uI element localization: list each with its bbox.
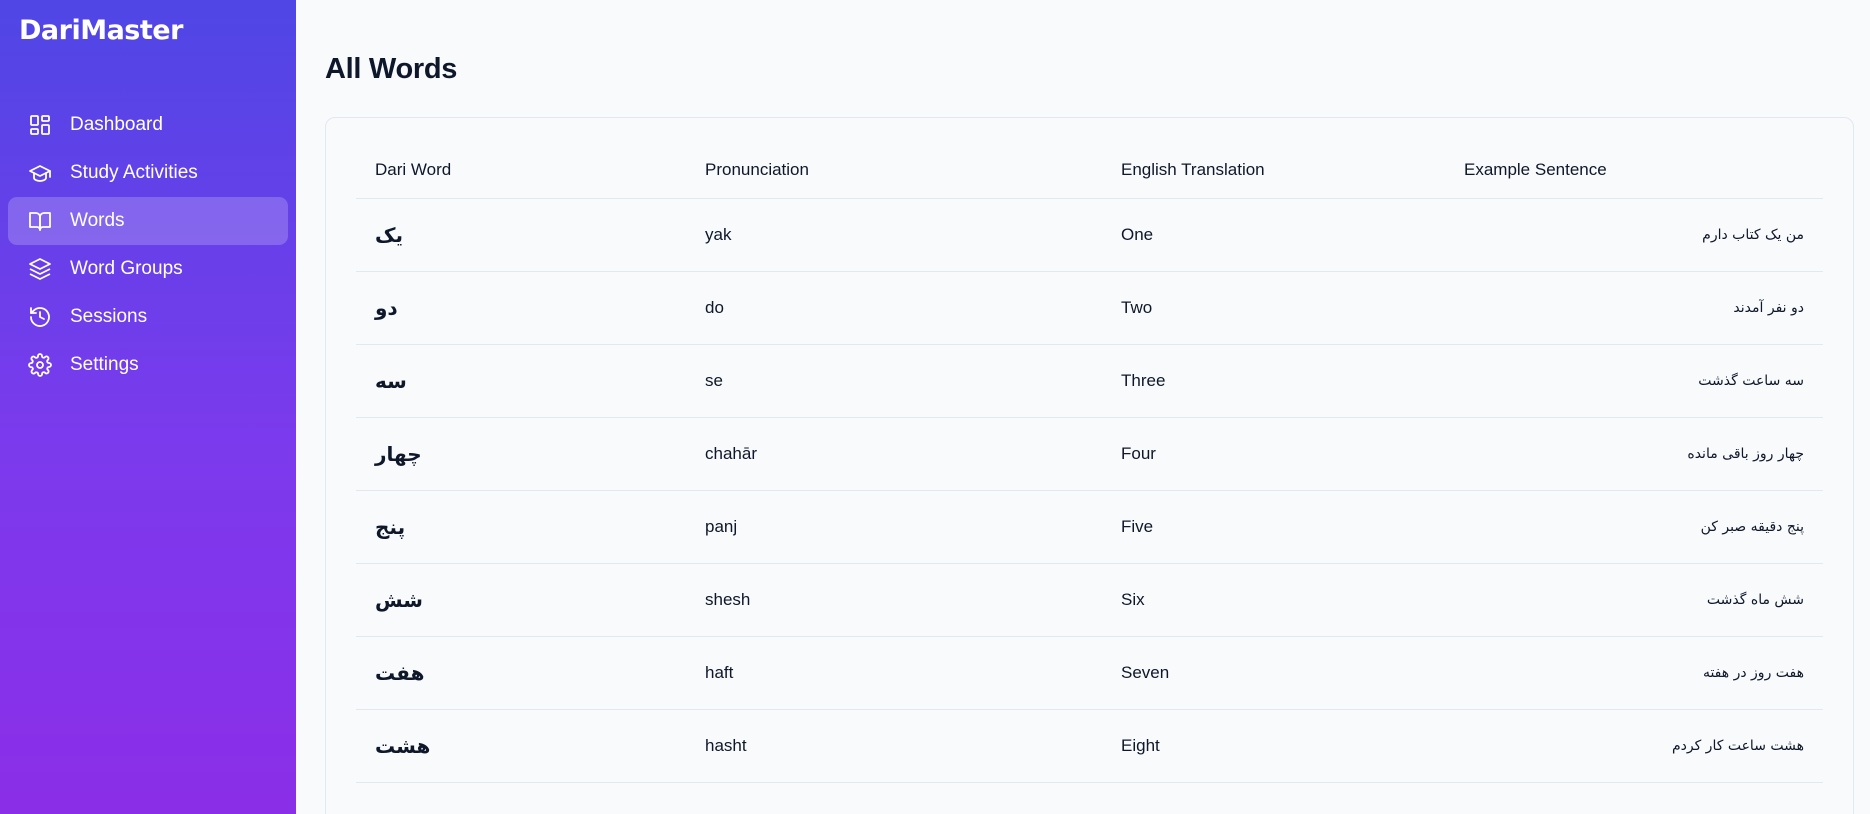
example-sentence-cell: شش ماه گذشت (1445, 563, 1823, 637)
dari-word-cell[interactable]: چهار (356, 417, 686, 491)
dari-word: هفت (375, 660, 425, 685)
sidebar-item-label: Sessions (70, 306, 148, 327)
dari-word-cell[interactable]: سه (356, 344, 686, 418)
example-sentence-cell: هفت روز در هفته (1445, 636, 1823, 710)
history-icon (28, 305, 52, 329)
pronunciation-cell: do (686, 271, 1102, 345)
sidebar-item-dashboard[interactable]: Dashboard (8, 101, 288, 149)
words-table-card: Dari Word Pronunciation English Translat… (325, 117, 1854, 814)
pronunciation-cell: yak (686, 198, 1102, 272)
column-header-example-sentence[interactable]: Example Sentence (1445, 142, 1823, 199)
pronunciation-cell: chahār (686, 417, 1102, 491)
dari-word: دو (375, 295, 398, 320)
sidebar-item-label: Study Activities (70, 162, 198, 183)
example-sentence-cell: سه ساعت گذشت (1445, 344, 1823, 418)
table-row[interactable]: چهار chahār Four چهار روز باقی مانده (356, 417, 1823, 491)
english-translation-cell: One (1102, 198, 1445, 272)
example-sentence-cell: دو نفر آمدند (1445, 271, 1823, 345)
table-row[interactable]: یک yak One من یک کتاب دارم (356, 198, 1823, 272)
book-open-icon (28, 209, 52, 233)
dari-word: پنج (375, 514, 406, 539)
dari-word-cell[interactable]: پنج (356, 490, 686, 564)
pronunciation-cell: hasht (686, 709, 1102, 783)
gear-icon (28, 353, 52, 377)
sidebar-item-word-groups[interactable]: Word Groups (8, 245, 288, 293)
sidebar-item-label: Settings (70, 354, 139, 375)
english-translation-cell: Seven (1102, 636, 1445, 710)
table-row[interactable]: دو do Two دو نفر آمدند (356, 271, 1823, 345)
dari-word-cell[interactable]: هشت (356, 709, 686, 783)
example-sentence-cell: هشت ساعت کار کردم (1445, 709, 1823, 783)
table-row[interactable]: پنج panj Five پنج دقیقه صبر کن (356, 490, 1823, 564)
brand-logo[interactable]: DariMaster (8, 12, 288, 50)
english-translation-cell: Eight (1102, 709, 1445, 783)
example-sentence-cell: چهار روز باقی مانده (1445, 417, 1823, 491)
table-row[interactable]: شش shesh Six شش ماه گذشت (356, 563, 1823, 637)
english-translation-cell: Three (1102, 344, 1445, 418)
pronunciation-cell: panj (686, 490, 1102, 564)
sidebar-item-sessions[interactable]: Sessions (8, 293, 288, 341)
page-title: All Words (325, 53, 458, 85)
pronunciation-cell: se (686, 344, 1102, 418)
dari-word-cell[interactable]: هفت (356, 636, 686, 710)
table-header-row: Dari Word Pronunciation English Translat… (356, 142, 1823, 199)
dari-word: هشت (375, 733, 431, 758)
pronunciation-cell: haft (686, 636, 1102, 710)
table-row[interactable]: هشت hasht Eight هشت ساعت کار کردم (356, 709, 1823, 783)
sidebar-item-words[interactable]: Words (8, 197, 288, 245)
dari-word-cell[interactable]: شش (356, 563, 686, 637)
table-row[interactable]: هفت haft Seven هفت روز در هفته (356, 636, 1823, 710)
sidebar: DariMaster Dashboard Study Activities Wo… (0, 0, 296, 814)
dari-word: چهار (375, 441, 422, 466)
sidebar-nav: Dashboard Study Activities Words Word Gr… (8, 101, 288, 389)
words-table: Dari Word Pronunciation English Translat… (356, 142, 1823, 783)
english-translation-cell: Six (1102, 563, 1445, 637)
table-row[interactable]: سه se Three سه ساعت گذشت (356, 344, 1823, 418)
dari-word-cell[interactable]: دو (356, 271, 686, 345)
dari-word: شش (375, 587, 423, 612)
dari-word: یک (375, 222, 403, 247)
main-content: All Words Dari Word Pronunciation Englis… (296, 0, 1870, 814)
sidebar-item-label: Word Groups (70, 258, 183, 279)
graduation-cap-icon (28, 161, 52, 185)
english-translation-cell: Two (1102, 271, 1445, 345)
english-translation-cell: Four (1102, 417, 1445, 491)
example-sentence-cell: پنج دقیقه صبر کن (1445, 490, 1823, 564)
column-header-dari-word[interactable]: Dari Word (356, 142, 686, 199)
column-header-pronunciation[interactable]: Pronunciation (686, 142, 1102, 199)
dari-word: سه (375, 368, 407, 393)
example-sentence-cell: من یک کتاب دارم (1445, 198, 1823, 272)
sidebar-item-study-activities[interactable]: Study Activities (8, 149, 288, 197)
sidebar-item-label: Dashboard (70, 114, 163, 135)
sidebar-item-label: Words (70, 210, 125, 231)
dari-word-cell[interactable]: یک (356, 198, 686, 272)
column-header-english-translation[interactable]: English Translation (1102, 142, 1445, 199)
sidebar-item-settings[interactable]: Settings (8, 341, 288, 389)
dashboard-icon (28, 113, 52, 137)
layers-icon (28, 257, 52, 281)
english-translation-cell: Five (1102, 490, 1445, 564)
pronunciation-cell: shesh (686, 563, 1102, 637)
